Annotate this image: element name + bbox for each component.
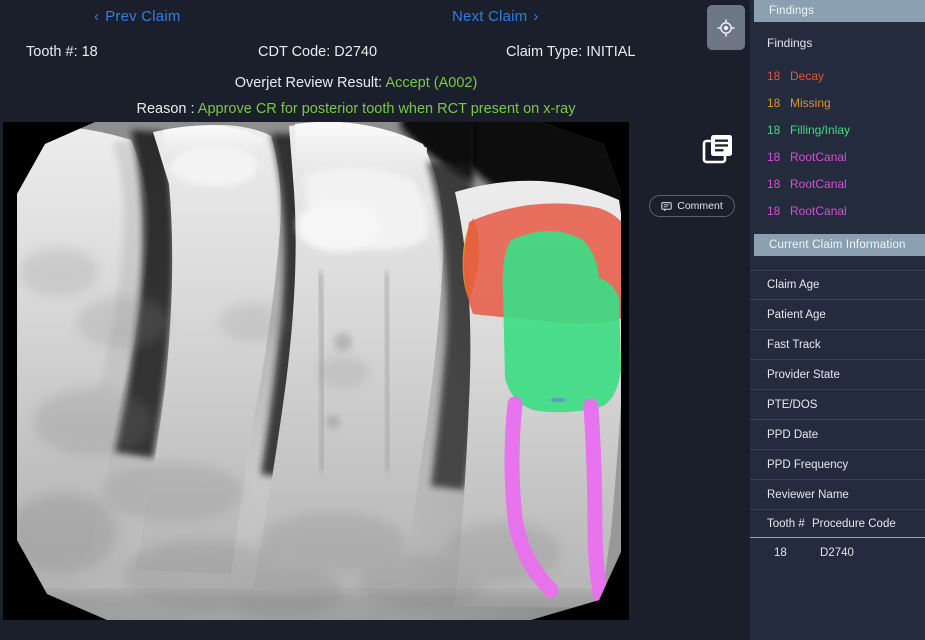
overjet-review-value: Accept (A002) <box>385 75 478 91</box>
finding-row[interactable]: 18 RootCanal <box>750 143 925 170</box>
claim-info-list: Claim Age Patient Age Fast Track Provide… <box>750 270 925 510</box>
cell-procedure-code: D2740 <box>820 547 854 559</box>
table-row[interactable]: 18 D2740 <box>750 538 925 568</box>
claim-info-row-fast-track[interactable]: Fast Track <box>750 330 925 360</box>
finding-row[interactable]: 18 RootCanal <box>750 197 925 224</box>
claim-info-label: PPD Frequency <box>767 458 849 471</box>
finding-tooth: 18 <box>767 203 781 218</box>
comment-bubble-icon <box>661 201 672 211</box>
column-header-tooth: Tooth # <box>767 517 805 530</box>
main-pane: ‹ Prev Claim Next Claim › Tooth #: 18 CD… <box>0 0 750 640</box>
procedure-table: Tooth # Procedure Code 18 D2740 <box>750 510 925 568</box>
finding-label: Decay <box>790 68 825 83</box>
claim-info-label: PPD Date <box>767 428 819 441</box>
target-crosshair-button[interactable] <box>707 5 745 50</box>
claim-info-label: Provider State <box>767 368 840 381</box>
claim-info-section-title: Current Claim Information <box>769 239 906 251</box>
next-claim-link[interactable]: Next Claim › <box>452 8 539 25</box>
finding-tooth: 18 <box>767 176 781 191</box>
claim-info-row-ppd-frequency[interactable]: PPD Frequency <box>750 450 925 480</box>
cell-tooth: 18 <box>774 547 787 559</box>
reason-line: Reason : Approve CR for posterior tooth … <box>0 101 712 117</box>
claim-info-label: PTE/DOS <box>767 398 818 411</box>
chevron-left-icon: ‹ <box>94 8 100 25</box>
finding-label: Missing <box>790 95 831 110</box>
procedure-table-header: Tooth # Procedure Code <box>750 510 925 538</box>
findings-section-title: Findings <box>769 5 815 17</box>
claim-info-row-ppd-date[interactable]: PPD Date <box>750 420 925 450</box>
crosshair-target-icon <box>717 18 735 37</box>
claim-info-label: Patient Age <box>767 308 826 321</box>
column-header-procedure-code: Procedure Code <box>812 517 896 530</box>
findings-body: Findings 18 Decay 18 Missing 18 Filling/… <box>750 22 925 234</box>
comment-button[interactable]: Comment <box>649 195 735 217</box>
right-sidebar: Findings Findings 18 Decay 18 Missing 18… <box>750 0 925 640</box>
documents-button[interactable] <box>698 129 738 169</box>
finding-label: Filling/Inlay <box>790 122 851 137</box>
finding-row[interactable]: 18 Filling/Inlay <box>750 116 925 143</box>
claim-info-label: Reviewer Name <box>767 488 849 501</box>
prev-claim-link[interactable]: ‹ Prev Claim <box>94 8 181 25</box>
finding-label: RootCanal <box>790 203 847 218</box>
overjet-review-label: Overjet Review Result: <box>234 75 383 91</box>
finding-label: RootCanal <box>790 176 847 191</box>
claim-info-row: Tooth #: 18 CDT Code: D2740 Claim Type: … <box>0 44 712 68</box>
claim-info-row-reviewer-name[interactable]: Reviewer Name <box>750 480 925 510</box>
finding-tooth: 18 <box>767 149 781 164</box>
documents-copy-icon <box>702 135 732 164</box>
finding-tooth: 18 <box>767 122 781 137</box>
xray-image[interactable] <box>3 122 629 620</box>
finding-tooth: 18 <box>767 68 781 83</box>
findings-section-header[interactable]: Findings <box>750 0 925 22</box>
findings-list-title: Findings <box>767 36 813 50</box>
claim-info-label: Claim Age <box>767 279 820 291</box>
chevron-right-icon: › <box>533 8 539 25</box>
reason-label: Reason : <box>136 101 195 117</box>
claim-info-row-pte-dos[interactable]: PTE/DOS <box>750 390 925 420</box>
finding-label: RootCanal <box>790 149 847 164</box>
finding-tooth: 18 <box>767 95 781 110</box>
claim-review-app: ‹ Prev Claim Next Claim › Tooth #: 18 CD… <box>0 0 925 640</box>
prev-claim-label: Prev Claim <box>105 8 181 25</box>
claim-info-row-patient-age[interactable]: Patient Age <box>750 300 925 330</box>
tooth-number-text: Tooth #: 18 <box>26 44 98 60</box>
finding-row[interactable]: 18 RootCanal <box>750 170 925 197</box>
claim-info-row-claim-age[interactable]: Claim Age <box>750 270 925 300</box>
finding-row[interactable]: 18 Missing <box>750 89 925 116</box>
finding-row[interactable]: 18 Decay <box>750 62 925 89</box>
claim-info-spacer <box>750 256 925 270</box>
next-claim-label: Next Claim <box>452 8 528 25</box>
reason-value: Approve CR for posterior tooth when RCT … <box>197 101 576 117</box>
claim-info-row-provider-state[interactable]: Provider State <box>750 360 925 390</box>
comment-label: Comment <box>677 200 723 212</box>
claim-nav-row: ‹ Prev Claim Next Claim › <box>0 6 750 38</box>
overjet-review-result-line: Overjet Review Result: Accept (A002) <box>0 75 712 91</box>
claim-info-label: Fast Track <box>767 338 821 351</box>
cdt-code-text: CDT Code: D2740 <box>258 44 378 60</box>
claim-type-text: Claim Type: INITIAL <box>506 44 636 60</box>
claim-info-section-header[interactable]: Current Claim Information <box>750 234 925 256</box>
